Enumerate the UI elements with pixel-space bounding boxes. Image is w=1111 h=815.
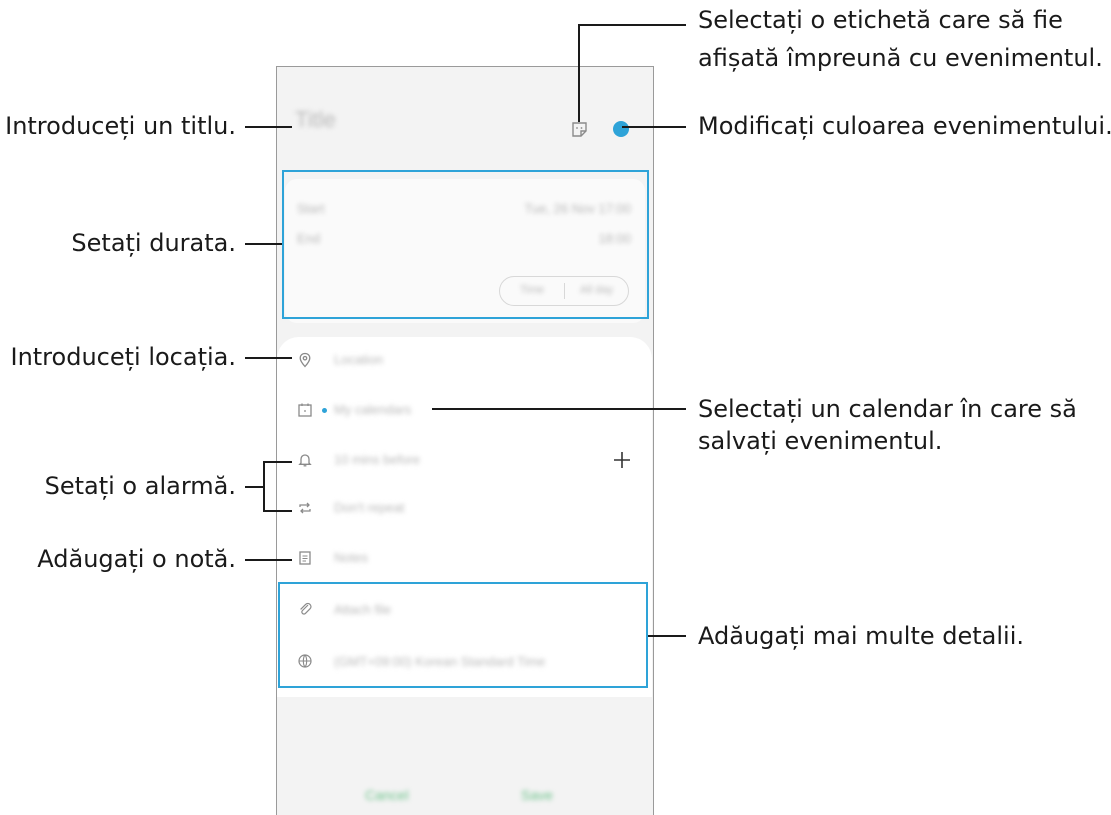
notes-input[interactable]: Notes bbox=[334, 550, 368, 565]
callout-sticker-line2: afișată împreună cu evenimentul. bbox=[698, 44, 1103, 72]
leader-line-location bbox=[245, 357, 292, 359]
leader-line-sticker bbox=[578, 24, 686, 26]
location-input[interactable]: Location bbox=[334, 352, 383, 367]
callout-details: Adăugați mai multe detalii. bbox=[698, 622, 1024, 650]
callout-title: Introduceți un titlu. bbox=[5, 112, 236, 140]
reminder-selector[interactable]: 10 mins before bbox=[334, 452, 420, 467]
leader-line-title bbox=[245, 126, 292, 128]
bell-icon bbox=[298, 454, 312, 467]
sticker-icon[interactable] bbox=[571, 121, 588, 138]
cancel-button[interactable]: Cancel bbox=[365, 787, 409, 803]
repeat-icon bbox=[299, 502, 311, 514]
leader-line-duration bbox=[245, 243, 282, 245]
calendar-selector[interactable]: My calendars bbox=[334, 402, 411, 417]
leader-line-alarm-reminder bbox=[263, 461, 292, 463]
callout-note: Adăugați o notă. bbox=[37, 545, 236, 573]
repeat-selector[interactable]: Don't repeat bbox=[334, 500, 404, 515]
leader-line-alarm-repeat bbox=[263, 510, 292, 512]
callout-color: Modificați culoarea evenimentului. bbox=[698, 112, 1111, 140]
leader-line-details bbox=[648, 635, 686, 637]
leader-line-note bbox=[245, 559, 292, 561]
leader-bracket-alarm bbox=[263, 461, 265, 511]
duration-highlight-frame bbox=[282, 170, 649, 319]
plus-icon[interactable] bbox=[612, 450, 632, 470]
details-highlight-frame bbox=[278, 582, 648, 688]
save-button[interactable]: Save bbox=[521, 787, 553, 803]
leader-line-color bbox=[622, 126, 686, 128]
location-pin-icon bbox=[299, 352, 311, 368]
leader-line-alarm bbox=[245, 486, 264, 488]
callout-location: Introduceți locația. bbox=[10, 343, 236, 371]
callout-sticker-line1: Selectați o etichetă care să fie bbox=[698, 6, 1063, 34]
calendar-color-dot bbox=[322, 408, 327, 413]
callout-calendar-line1: Selectați un calendar în care să bbox=[698, 395, 1077, 423]
callout-calendar-line2: salvați evenimentul. bbox=[698, 427, 943, 455]
leader-line-sticker-vertical bbox=[578, 24, 580, 122]
leader-line-calendar bbox=[432, 408, 686, 410]
callout-alarm: Setați o alarmă. bbox=[44, 472, 236, 500]
notes-icon bbox=[299, 551, 311, 565]
calendar-icon bbox=[298, 403, 312, 417]
event-title-input[interactable]: Title bbox=[295, 107, 336, 133]
callout-duration: Setați durata. bbox=[71, 229, 236, 257]
event-color-picker[interactable] bbox=[613, 121, 629, 137]
